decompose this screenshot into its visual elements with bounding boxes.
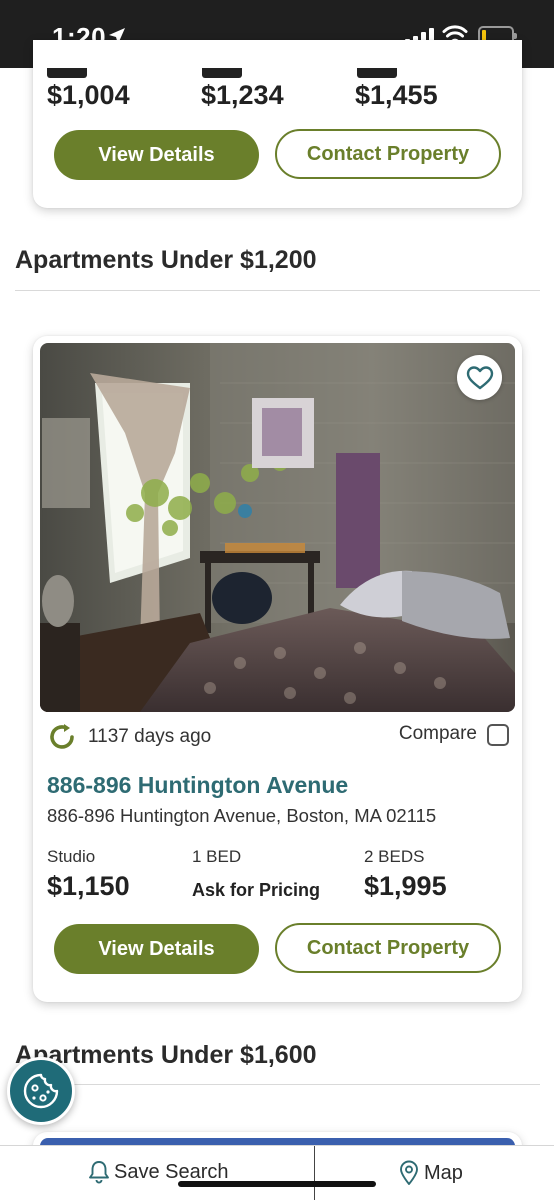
- unit-price-ask: Ask for Pricing: [192, 880, 321, 900]
- property-name-link[interactable]: 886-896 Huntington Avenue: [47, 772, 348, 799]
- compare-label[interactable]: Compare: [399, 723, 477, 745]
- listing-card-previous: $1,004 $1,234 $1,455 View Details Contac…: [33, 40, 522, 208]
- contact-property-button[interactable]: Contact Property: [275, 129, 501, 179]
- unit-price: $1,004: [47, 80, 130, 110]
- listing-card[interactable]: 1137 days ago Compare 886-896 Huntington…: [33, 336, 522, 1002]
- unit-price: $1,150: [47, 871, 130, 901]
- contact-property-button[interactable]: Contact Property: [275, 923, 501, 973]
- section-title: Apartments Under $1,200: [15, 246, 317, 274]
- map-button[interactable]: Map: [398, 1160, 463, 1186]
- bottom-action-bar: Save Search Map: [0, 1145, 554, 1200]
- refresh-icon: [50, 724, 74, 749]
- cookie-icon: [23, 1073, 59, 1109]
- compare-checkbox[interactable]: [487, 724, 509, 746]
- bell-icon: [89, 1161, 109, 1184]
- unit-price: $1,234: [201, 80, 284, 110]
- unit-type-label: 1 BED: [192, 847, 242, 866]
- view-details-button[interactable]: View Details: [54, 130, 259, 180]
- section-divider: [15, 290, 540, 291]
- last-updated-text: 1137 days ago: [88, 726, 212, 747]
- bedroom-photo-image: [40, 343, 515, 712]
- favorite-button[interactable]: [457, 355, 502, 400]
- property-address: 886-896 Huntington Avenue, Boston, MA 02…: [47, 805, 437, 826]
- listing-meta-row: 1137 days ago Compare: [47, 720, 509, 756]
- view-details-button[interactable]: View Details: [54, 924, 259, 974]
- section-divider: [15, 1084, 540, 1085]
- listing-photo[interactable]: [40, 343, 515, 712]
- cut-off-unit-labels: [47, 68, 507, 80]
- cookie-preferences-button[interactable]: [7, 1057, 75, 1125]
- heart-icon: [466, 365, 493, 389]
- bar-divider: [314, 1146, 315, 1200]
- unit-price: $1,455: [355, 80, 438, 110]
- unit-type-label: 2 BEDS: [364, 847, 425, 866]
- unit-price: $1,995: [364, 871, 447, 901]
- unit-type-label: Studio: [47, 847, 96, 866]
- map-pin-icon: [400, 1160, 418, 1185]
- map-label: Map: [424, 1161, 463, 1184]
- home-indicator: [178, 1181, 376, 1187]
